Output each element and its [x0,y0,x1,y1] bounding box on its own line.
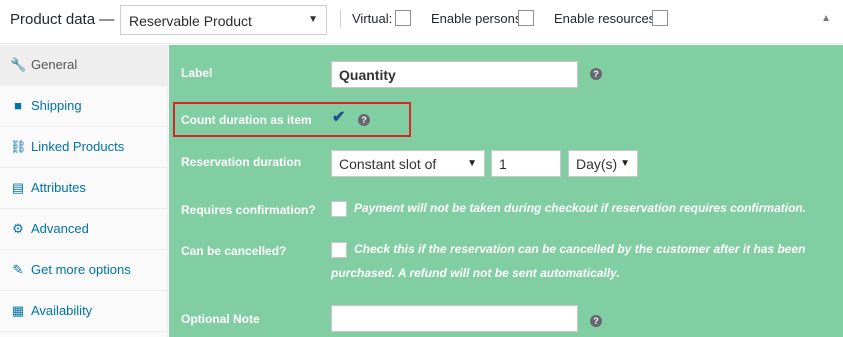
checkmark-icon: ✔ [332,109,346,126]
list-icon: ▤ [11,180,25,195]
tab-label: Attributes [31,180,86,195]
wrench-icon: 🔧 [10,57,27,72]
general-options-panel: Label Quantity ? Count duration as item … [169,45,843,337]
duration-unit-select[interactable]: Day(s) ▼ [568,150,638,177]
duration-type-select[interactable]: Constant slot of ▼ [331,150,485,177]
help-icon[interactable]: ? [590,68,602,80]
count-duration-label: Count duration as item [181,113,312,127]
label-field-label: Label [181,66,213,80]
product-data-tabs: 🔧 General ■ Shipping ⛓ Linked Products ▤… [0,45,168,337]
can-be-cancelled-checkbox[interactable] [331,242,347,258]
optional-note-input[interactable] [331,305,578,332]
header-divider [340,10,341,28]
truck-icon: ■ [14,98,22,113]
tab-label: Availability [31,303,93,318]
plugin-icon: ✎ [12,262,24,277]
tab-label: General [31,57,78,72]
tab-label: Linked Products [31,139,125,154]
chevron-down-icon: ▼ [308,14,318,25]
collapse-arrow-icon[interactable]: ▲ [821,13,831,24]
can-be-cancelled-label: Can be cancelled? [181,244,287,258]
reservation-duration-label: Reservation duration [181,155,302,169]
can-be-cancelled-description-line2: purchased. A refund will not be sent aut… [331,266,620,280]
enable-persons-label: Enable persons: [431,11,525,26]
tab-attributes[interactable]: ▤ Attributes [0,168,168,209]
chevron-down-icon: ▼ [467,158,477,169]
enable-persons-checkbox[interactable] [518,10,534,26]
gear-icon: ⚙ [12,221,24,236]
product-type-select[interactable]: Reservable Product ▼ [120,5,327,35]
enable-resources-label: Enable resources: [554,11,659,26]
count-duration-checkbox[interactable]: ✔ [331,109,347,127]
chevron-down-icon: ▼ [620,158,630,169]
tab-label: Advanced [31,221,89,236]
help-icon[interactable]: ? [358,114,370,126]
tab-get-more-options[interactable]: ✎ Get more options [0,250,168,291]
tab-availability[interactable]: ▦ Availability [0,291,168,332]
tab-general[interactable]: 🔧 General [0,45,168,86]
requires-confirmation-checkbox[interactable] [331,201,347,217]
duration-unit-value: Day(s) [576,156,618,172]
product-type-value: Reservable Product [129,13,252,29]
tab-shipping[interactable]: ■ Shipping [0,86,168,127]
virtual-label: Virtual: [352,11,393,26]
tab-advanced[interactable]: ⚙ Advanced [0,209,168,250]
product-data-header: Product data — Reservable Product ▼ Virt… [0,0,843,44]
link-icon: ⛓ [10,139,27,154]
tab-label: Shipping [31,98,82,113]
product-data-title: Product data — [10,11,115,28]
duration-amount-input[interactable]: 1 [491,150,561,177]
label-input-value: Quantity [339,67,396,83]
virtual-checkbox[interactable] [395,10,411,26]
requires-confirmation-label: Requires confirmation? [181,203,316,217]
calendar-icon: ▦ [11,303,25,318]
duration-type-value: Constant slot of [339,156,437,172]
optional-note-label: Optional Note [181,312,260,326]
tab-linked-products[interactable]: ⛓ Linked Products [0,127,168,168]
label-input[interactable]: Quantity [331,61,578,88]
help-icon[interactable]: ? [590,315,602,327]
duration-amount-value: 1 [499,156,507,172]
enable-resources-checkbox[interactable] [652,10,668,26]
can-be-cancelled-description-line1: Check this if the reservation can be can… [354,242,806,256]
requires-confirmation-description: Payment will not be taken during checkou… [354,201,807,215]
tab-label: Get more options [31,262,131,277]
